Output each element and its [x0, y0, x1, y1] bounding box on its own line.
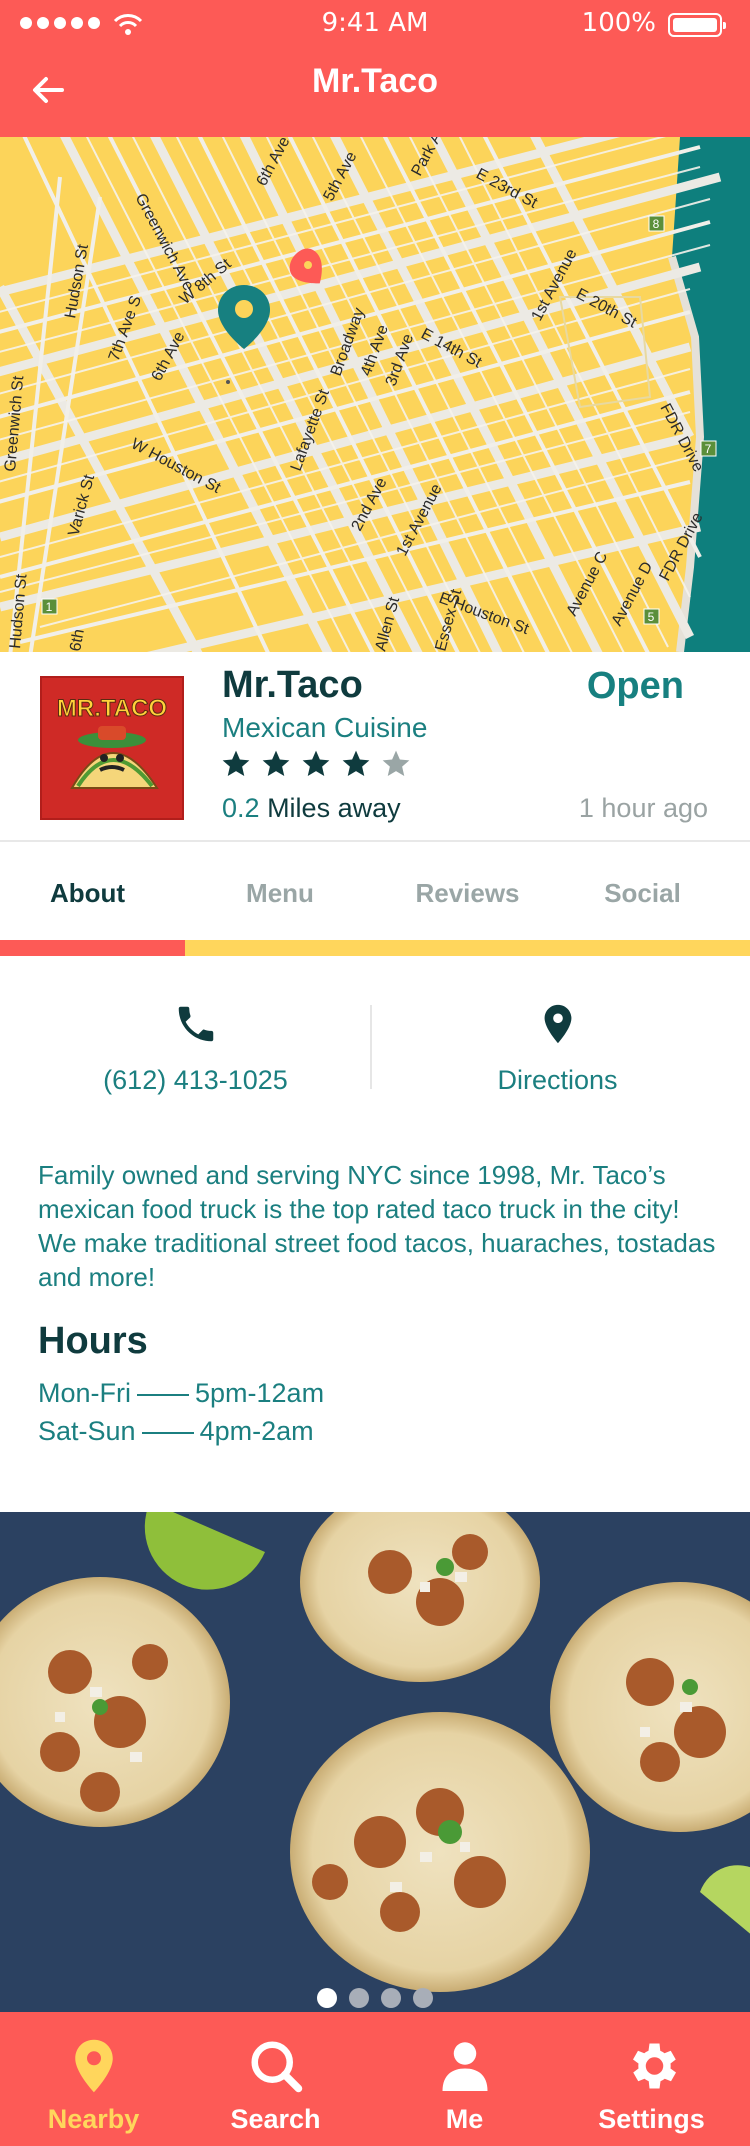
star-icon: [222, 750, 250, 776]
hours-time: 4pm-2am: [199, 1416, 314, 1446]
pin-icon: [74, 2039, 113, 2093]
gallery-dot[interactable]: [381, 1988, 401, 2008]
hours-title: Hours: [38, 1320, 148, 1362]
hours-row: Mon-Fri 5pm-12am: [38, 1374, 324, 1412]
route-badge: 7: [705, 442, 712, 456]
distance-value: 0.2: [222, 793, 260, 823]
hours-time: 5pm-12am: [195, 1378, 325, 1408]
battery-percent: 100%: [581, 8, 656, 38]
gallery-dot[interactable]: [317, 1988, 337, 2008]
business-name: Mr.Taco: [222, 664, 363, 706]
gallery-dot[interactable]: [349, 1988, 369, 2008]
business-description: Family owned and serving NYC since 1998,…: [38, 1160, 716, 1292]
search-icon: [251, 2041, 302, 2093]
nav-search[interactable]: Search: [182, 2012, 369, 2146]
route-badge: 5: [648, 610, 655, 624]
nav-nearby[interactable]: Nearby: [0, 2012, 187, 2146]
nav-me[interactable]: Me: [371, 2012, 558, 2146]
bottom-nav: Nearby Search Me Settings: [0, 2012, 750, 2146]
nav-search-label: Search: [230, 2104, 321, 2134]
tab-menu[interactable]: Menu: [185, 878, 375, 909]
distance-unit: Miles away: [267, 793, 401, 823]
hours-row: Sat-Sun 4pm-2am: [38, 1412, 324, 1450]
nav-me-label: Me: [445, 2104, 484, 2134]
map-view[interactable]: 6th Ave 5th Ave Park Ave E 23rd St Green…: [0, 137, 750, 652]
route-badge: 1: [46, 600, 53, 614]
battery-icon: [668, 13, 726, 37]
gallery-dot[interactable]: [413, 1988, 433, 2008]
call-button[interactable]: (612) 413-1025: [8, 1001, 383, 1096]
star-icon: [342, 750, 370, 776]
nav-settings-label: Settings: [598, 2104, 705, 2134]
business-logo: MR.TACO: [40, 676, 184, 820]
distance: 0.2 Miles away: [222, 793, 401, 824]
food-photo[interactable]: [0, 1512, 750, 2012]
star-icon: [262, 750, 290, 776]
route-badge: 8: [653, 217, 660, 231]
star-rating: [220, 748, 412, 780]
app-header: 9:41 AM 100% Mr.Taco: [0, 0, 750, 137]
hours-list: Mon-Fri 5pm-12am Sat-Sun 4pm-2am: [38, 1374, 324, 1450]
tab-bar: About Menu Reviews Social: [0, 842, 750, 942]
nav-nearby-label: Nearby: [47, 2104, 140, 2134]
nav-settings[interactable]: Settings: [558, 2012, 745, 2146]
logo-text: MR.TACO: [57, 695, 167, 722]
person-icon: [442, 2042, 487, 2091]
tab-indicator: [0, 940, 185, 956]
last-updated: 1 hour ago: [578, 793, 708, 823]
star-icon: [302, 750, 330, 776]
tab-indicator-track: [0, 940, 750, 956]
gallery-pagination: [0, 1988, 750, 2008]
phone-icon: [178, 1006, 213, 1042]
star-icon: [382, 750, 410, 776]
business-info: MR.TACO Mr.Taco Mexican Cuisine 0.2 Mile…: [0, 652, 750, 842]
tab-social[interactable]: Social: [560, 878, 725, 909]
hours-days: Sat-Sun: [38, 1416, 136, 1446]
contact-actions: (612) 413-1025 Directions: [0, 975, 750, 1125]
tab-reviews[interactable]: Reviews: [375, 878, 560, 909]
phone-number: (612) 413-1025: [103, 1065, 288, 1095]
open-status: Open: [586, 665, 684, 707]
status-bar: 9:41 AM 100%: [0, 0, 750, 50]
directions-button[interactable]: Directions: [370, 1001, 745, 1096]
gear-icon: [632, 2043, 676, 2089]
tab-about[interactable]: About: [0, 878, 175, 909]
page-title: Mr.Taco: [312, 62, 438, 100]
business-cuisine: Mexican Cuisine: [222, 712, 428, 743]
hours-days: Mon-Fri: [38, 1378, 131, 1408]
directions-label: Directions: [497, 1065, 618, 1095]
location-icon: [544, 1004, 571, 1044]
